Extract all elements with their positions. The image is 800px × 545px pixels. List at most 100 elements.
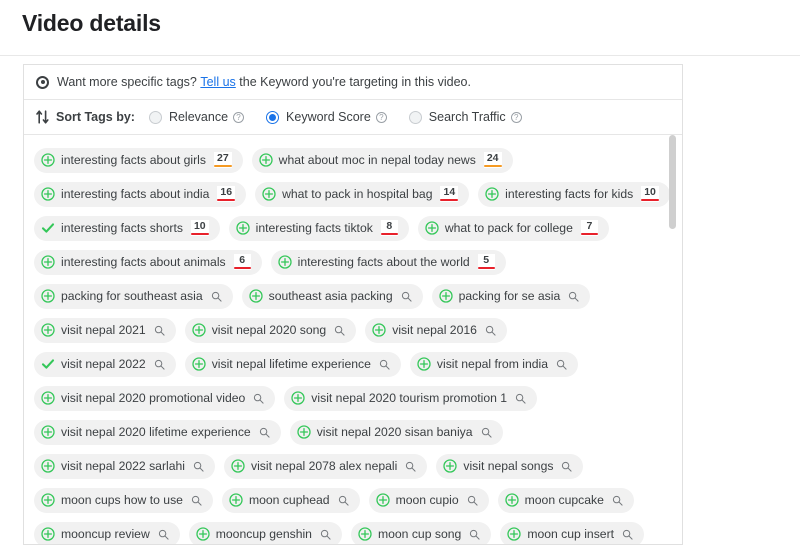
radio-search-traffic[interactable]: [409, 111, 422, 124]
keyword-score-bar: [484, 165, 502, 168]
search-icon[interactable]: [622, 529, 633, 540]
search-icon[interactable]: [568, 291, 579, 302]
tag-label: visit nepal 2016: [392, 323, 477, 337]
search-icon[interactable]: [379, 359, 390, 370]
search-icon[interactable]: [481, 427, 492, 438]
search-icon[interactable]: [467, 495, 478, 506]
tag-chip[interactable]: mooncup genshin: [189, 522, 342, 545]
tag-chip[interactable]: visit nepal from india: [410, 352, 578, 377]
tag-chip[interactable]: packing for southeast asia: [34, 284, 233, 309]
search-icon[interactable]: [259, 427, 270, 438]
search-icon[interactable]: [320, 529, 331, 540]
tag-chip[interactable]: interesting facts about girls 27: [34, 148, 243, 173]
tag-chip[interactable]: visit nepal 2021: [34, 318, 176, 343]
search-icon[interactable]: [193, 461, 204, 472]
plus-circle-icon: [236, 221, 250, 235]
search-icon[interactable]: [556, 359, 567, 370]
tag-chip[interactable]: visit nepal 2020 lifetime experience: [34, 420, 281, 445]
tag-chip[interactable]: interesting facts about animals6: [34, 250, 262, 275]
tag-chip[interactable]: packing for se asia: [432, 284, 591, 309]
sort-arrows-icon: [36, 110, 49, 124]
tag-chip[interactable]: interesting facts for kids10: [478, 182, 670, 207]
tag-chip[interactable]: visit nepal 2020 sisan baniya: [290, 420, 503, 445]
search-icon[interactable]: [334, 325, 345, 336]
tag-chip[interactable]: visit nepal lifetime experience: [185, 352, 401, 377]
sort-option-relevance[interactable]: Relevance ?: [149, 110, 244, 124]
tag-list[interactable]: interesting facts about girls 27 what abou…: [24, 135, 682, 544]
plus-circle-icon: [507, 527, 521, 541]
check-icon: [41, 357, 55, 371]
tag-chip[interactable]: visit nepal songs: [436, 454, 583, 479]
tag-chip[interactable]: what to pack for college7: [418, 216, 609, 241]
check-icon: [41, 221, 55, 235]
search-icon[interactable]: [154, 359, 165, 370]
tag-list-scrollbar-thumb[interactable]: [669, 135, 676, 229]
tag-chip[interactable]: moon cuphead: [222, 488, 360, 513]
search-icon[interactable]: [401, 291, 412, 302]
tag-row: visit nepal 2022 visit nepal lifetime exp…: [34, 347, 682, 381]
plus-circle-icon: [291, 391, 305, 405]
sort-option-search-traffic[interactable]: Search Traffic ?: [409, 110, 522, 124]
plus-circle-icon: [505, 493, 519, 507]
plus-circle-icon: [41, 323, 55, 337]
tell-us-link[interactable]: Tell us: [200, 75, 235, 89]
tag-chip[interactable]: moon cupio: [369, 488, 489, 513]
tag-chip[interactable]: what about moc in nepal today news24: [252, 148, 513, 173]
tag-chip[interactable]: moon cup song: [351, 522, 491, 545]
keyword-score-bar: [234, 267, 251, 270]
tag-label: interesting facts about girls: [61, 153, 206, 167]
tag-list-scrollbar[interactable]: [669, 135, 676, 544]
tag-chip[interactable]: moon cupcake: [498, 488, 634, 513]
tag-label: mooncup genshin: [216, 527, 312, 541]
tag-label: moon cuphead: [249, 493, 330, 507]
search-icon[interactable]: [191, 495, 202, 506]
tag-chip[interactable]: what to pack in hospital bag14: [255, 182, 469, 207]
search-icon[interactable]: [561, 461, 572, 472]
tag-chip[interactable]: interesting facts about india16: [34, 182, 246, 207]
tag-chip[interactable]: mooncup review: [34, 522, 180, 545]
tag-chip[interactable]: visit nepal 2078 alex nepali: [224, 454, 427, 479]
tag-chip[interactable]: visit nepal 2020 promotional video: [34, 386, 275, 411]
sort-option-keyword-score-label: Keyword Score: [286, 110, 371, 124]
sort-option-relevance-label: Relevance: [169, 110, 228, 124]
tag-chip[interactable]: visit nepal 2020 tourism promotion 1: [284, 386, 537, 411]
help-icon-relevance[interactable]: ?: [233, 112, 244, 123]
search-icon[interactable]: [405, 461, 416, 472]
search-icon[interactable]: [612, 495, 623, 506]
plus-circle-icon: [196, 527, 210, 541]
search-icon[interactable]: [158, 529, 169, 540]
sort-row: Sort Tags by: Relevance ? Keyword Score …: [24, 100, 682, 135]
sort-option-keyword-score[interactable]: Keyword Score ?: [266, 110, 387, 124]
tag-chip[interactable]: southeast asia packing: [242, 284, 423, 309]
search-icon[interactable]: [211, 291, 222, 302]
help-icon-search-traffic[interactable]: ?: [511, 112, 522, 123]
keyword-score-badge: 27: [214, 152, 232, 168]
plus-circle-icon: [259, 153, 273, 167]
search-icon[interactable]: [469, 529, 480, 540]
tag-chip[interactable]: visit nepal 2022 sarlahi: [34, 454, 215, 479]
search-icon[interactable]: [253, 393, 264, 404]
tag-label: moon cupio: [396, 493, 459, 507]
tag-chip[interactable]: visit nepal 2016: [365, 318, 507, 343]
tag-chip[interactable]: moon cups how to use: [34, 488, 213, 513]
tag-label: visit nepal 2022 sarlahi: [61, 459, 185, 473]
tag-chip-added[interactable]: visit nepal 2022: [34, 352, 176, 377]
tag-chip[interactable]: visit nepal 2020 song: [185, 318, 357, 343]
tag-row: visit nepal 2021 visit nepal 2020 song vis…: [34, 313, 682, 347]
search-icon[interactable]: [515, 393, 526, 404]
promo-row: Want more specific tags? Tell us the Key…: [24, 65, 682, 100]
search-icon[interactable]: [154, 325, 165, 336]
tag-chip[interactable]: moon cup insert: [500, 522, 644, 545]
keyword-score-badge: 10: [641, 186, 659, 202]
search-icon[interactable]: [338, 495, 349, 506]
keyword-score-bar: [214, 165, 232, 168]
search-icon[interactable]: [485, 325, 496, 336]
help-icon-keyword-score[interactable]: ?: [376, 112, 387, 123]
tag-chip-added[interactable]: interesting facts shorts10: [34, 216, 220, 241]
plus-circle-icon: [41, 153, 55, 167]
radio-keyword-score[interactable]: [266, 111, 279, 124]
tag-chip[interactable]: interesting facts tiktok8: [229, 216, 409, 241]
keyword-score-bar: [478, 267, 495, 270]
tag-chip[interactable]: interesting facts about the world5: [271, 250, 506, 275]
radio-relevance[interactable]: [149, 111, 162, 124]
